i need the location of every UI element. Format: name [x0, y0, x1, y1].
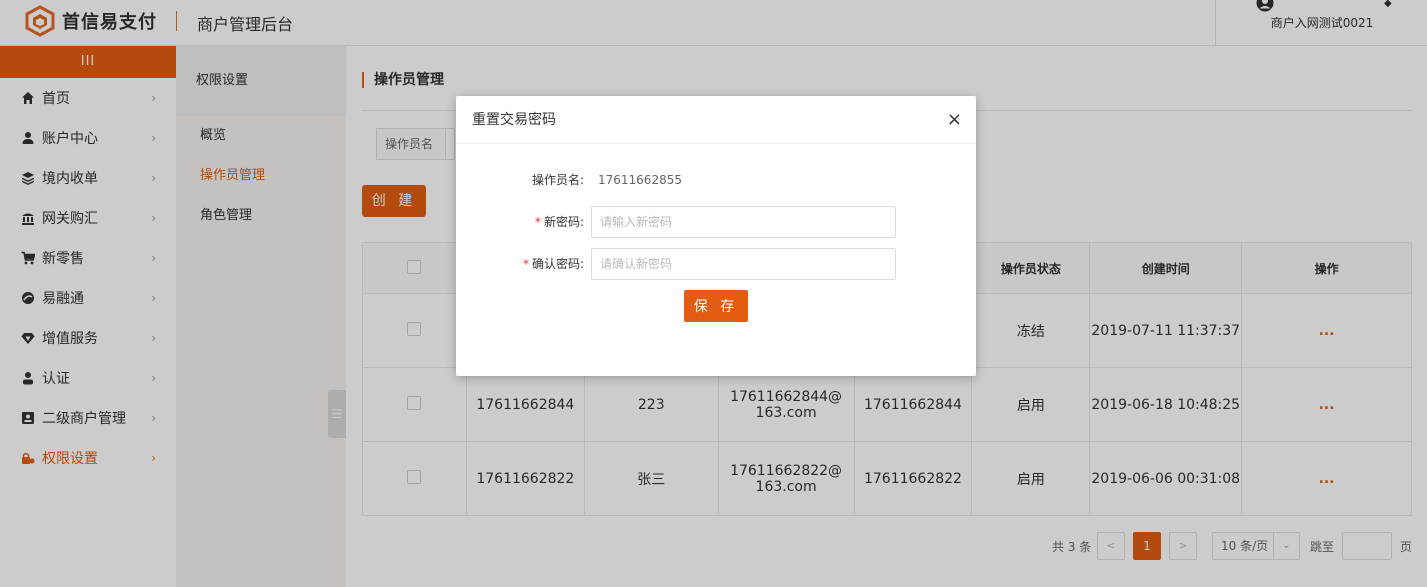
close-icon[interactable]: × — [947, 96, 962, 144]
new-password-label-text: 新密码: — [543, 215, 584, 229]
operator-row: 操作员名: 17611662855 — [456, 164, 976, 196]
operator-value: 17611662855 — [598, 173, 682, 187]
new-password-row: * 新密码: — [456, 206, 976, 238]
dialog-title: 重置交易密码 — [472, 112, 556, 128]
confirm-password-row: * 确认密码: — [456, 248, 976, 280]
dialog-header: 重置交易密码 × — [456, 96, 976, 144]
confirm-password-input[interactable] — [591, 248, 896, 280]
reset-password-dialog: 重置交易密码 × 操作员名: 17611662855 * 新密码: * 确认密码: … — [456, 96, 976, 376]
new-password-input[interactable] — [591, 206, 896, 238]
required-mark: * — [534, 215, 541, 229]
required-mark: * — [522, 257, 529, 271]
new-password-label: * 新密码: — [535, 206, 584, 238]
save-button[interactable]: 保 存 — [684, 290, 748, 322]
confirm-password-label-text: 确认密码: — [531, 257, 584, 271]
operator-label: 操作员名: — [531, 173, 584, 187]
confirm-password-label: * 确认密码: — [523, 248, 584, 280]
